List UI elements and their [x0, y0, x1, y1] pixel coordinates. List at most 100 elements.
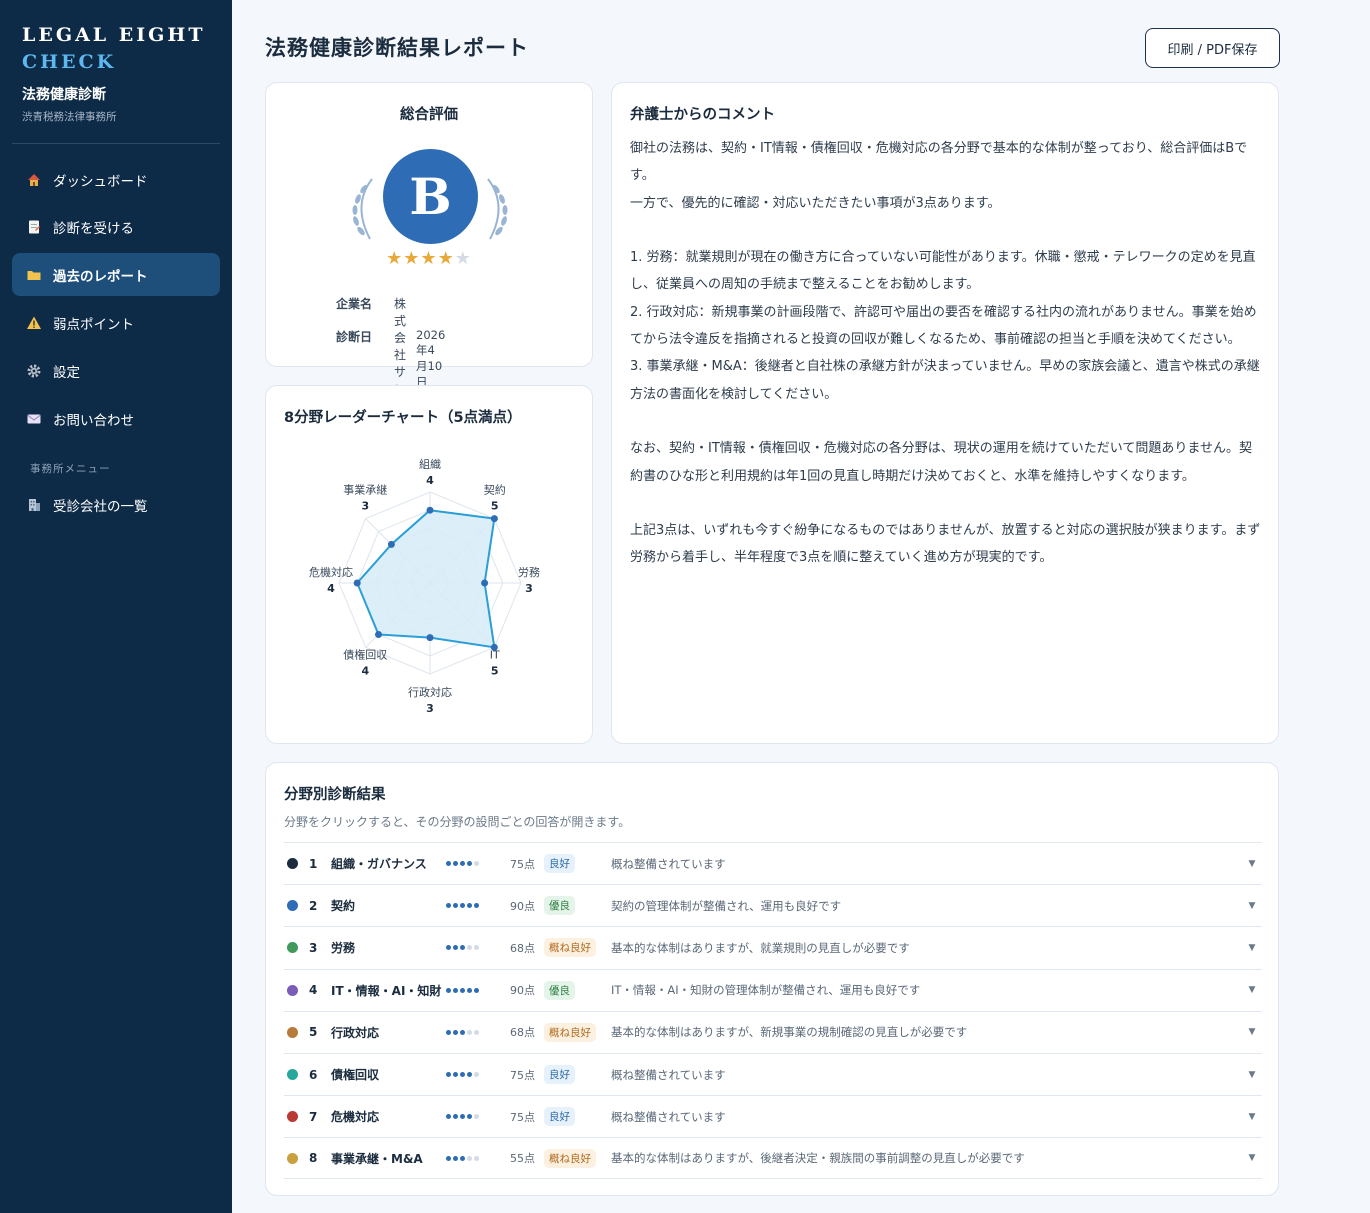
chevron-down-icon[interactable]: ▼ — [1242, 1070, 1262, 1080]
chevron-down-icon[interactable]: ▼ — [1242, 1112, 1262, 1122]
comment-paragraph — [630, 490, 1264, 517]
star-filled-icon: ★ — [403, 248, 421, 269]
field-color-dot — [287, 900, 298, 912]
field-name: 危機対応 — [331, 1110, 380, 1125]
level-dot-filled — [446, 861, 451, 866]
level-dot-filled — [460, 987, 465, 993]
field-score: 75点 — [510, 1110, 535, 1124]
field-description: 概ね整備されています — [611, 1067, 726, 1082]
field-name: 事業承継・M&A — [331, 1151, 423, 1166]
result-row[interactable]: 2 契約 90点 優良 契約の管理体制が整備され、運用も良好です ▼ — [284, 884, 1262, 926]
radar-axis-label: 危機対応 — [309, 565, 353, 579]
sidebar-item-weak-points[interactable]: 弱点ポイント — [12, 301, 220, 344]
level-dot-filled — [460, 1029, 465, 1035]
field-color-dot — [287, 942, 298, 954]
radar-data-point — [481, 579, 489, 587]
level-dot-filled — [460, 945, 465, 951]
sidebar-item-contact[interactable]: お問い合わせ — [12, 397, 220, 440]
level-dot-filled — [460, 1072, 465, 1077]
level-dot-empty — [474, 1114, 479, 1120]
radar-data-point — [387, 540, 395, 548]
sidebar-item-settings[interactable]: 設定 — [12, 349, 220, 392]
overall-title: 総合評価 — [400, 107, 458, 123]
sidebar-item-label: 過去のレポート — [53, 268, 148, 285]
sidebar-item-past-reports[interactable]: 過去のレポート — [12, 253, 220, 296]
star-filled-icon: ★ — [437, 248, 455, 269]
level-dot-empty — [474, 1155, 479, 1161]
level-dot-filled — [453, 1114, 458, 1120]
sidebar-item-label: 弱点ポイント — [53, 316, 134, 333]
warning-icon — [26, 315, 42, 331]
field-color-dot — [287, 858, 298, 869]
level-dot-filled — [460, 903, 465, 909]
radar-axis-label: 事業承継 — [343, 482, 387, 496]
grade-badge: B — [383, 149, 478, 244]
field-description: 基本的な体制はありますが、新規事業の規制確認の見直しが必要です — [611, 1025, 968, 1040]
results-subtitle: 分野をクリックすると、その分野の設問ごとの回答が開きます。 — [284, 815, 631, 829]
field-color-dot — [287, 1152, 298, 1164]
level-dot-filled — [467, 987, 472, 993]
chevron-down-icon[interactable]: ▼ — [1242, 859, 1262, 869]
radar-data-point — [426, 506, 434, 514]
sidebar-item-dashboard[interactable]: ダッシュボード — [12, 158, 220, 201]
chevron-down-icon[interactable]: ▼ — [1242, 1027, 1262, 1037]
field-score: 68点 — [510, 941, 535, 955]
chevron-down-icon[interactable]: ▼ — [1242, 1153, 1262, 1163]
chevron-down-icon[interactable]: ▼ — [1242, 901, 1262, 911]
level-indicator — [446, 903, 510, 909]
level-dot-empty — [474, 945, 479, 951]
result-row[interactable]: 3 労務 68点 概ね良好 基本的な体制はありますが、就業規則の見直しが必要です ▼ — [284, 926, 1262, 968]
sidebar-item-label: 設定 — [53, 364, 80, 381]
status-badge: 概ね良好 — [544, 1022, 596, 1042]
level-dot-filled — [453, 945, 458, 951]
level-dot-filled — [446, 987, 451, 993]
field-number: 1 — [309, 856, 318, 871]
field-number: 5 — [309, 1025, 318, 1040]
result-row[interactable]: 8 事業承継・M&A 55点 概ね良好 基本的な体制はありますが、後継者決定・親族間の事… — [284, 1137, 1262, 1180]
field-score: 75点 — [510, 857, 535, 871]
comment-paragraph — [630, 408, 1264, 435]
sidebar-item-take-diagnosis[interactable]: 診断を受ける — [12, 205, 220, 248]
overall-evaluation-card: 総合評価 B ★★★★★ 企業名 株式会社サンプル商事 診断日 2026年4月1… — [265, 82, 593, 464]
field-description: 概ね整備されています — [611, 856, 726, 871]
date-label: 診断日 — [336, 330, 373, 344]
radar-axis-value: 4 — [361, 665, 369, 678]
level-indicator — [446, 1029, 510, 1035]
radar-axis-label: 行政対応 — [408, 685, 452, 699]
comment-paragraph — [630, 217, 1264, 244]
gear-icon — [26, 363, 42, 379]
level-dot-filled — [467, 861, 472, 866]
comment-title: 弁護士からのコメント — [630, 107, 775, 123]
field-name: 行政対応 — [331, 1025, 380, 1040]
radar-data-point — [490, 515, 498, 523]
level-dot-empty — [467, 1155, 472, 1161]
level-dot-filled — [453, 861, 458, 866]
field-description: 基本的な体制はありますが、後継者決定・親族間の事前調整の見直しが必要です — [611, 1151, 1025, 1166]
status-badge: 良好 — [544, 1065, 575, 1084]
level-dot-filled — [446, 1029, 451, 1035]
field-name: 債権回収 — [331, 1068, 380, 1082]
result-row[interactable]: 1 組織・ガバナンス 75点 良好 概ね整備されています ▼ — [284, 842, 1262, 884]
radar-data-point — [426, 634, 434, 642]
field-color-dot — [287, 1026, 298, 1038]
field-color-dot — [287, 984, 298, 996]
field-name: 労務 — [331, 941, 356, 956]
radar-axis-value: 5 — [491, 665, 499, 678]
level-dot-filled — [474, 987, 479, 993]
chevron-down-icon[interactable]: ▼ — [1242, 943, 1262, 953]
comment-paragraph: 3. 事業承継・M&A：後継者と自社株の承継方針が決まっていません。早めの家族会… — [630, 359, 1260, 402]
chevron-down-icon[interactable]: ▼ — [1242, 985, 1262, 995]
level-dot-filled — [460, 861, 465, 866]
radar-axis-label: IT — [490, 649, 500, 662]
level-indicator — [446, 987, 510, 993]
radar-data-point — [353, 579, 361, 587]
result-row[interactable]: 5 行政対応 68点 概ね良好 基本的な体制はありますが、新規事業の規制確認の見直しが必… — [284, 1010, 1262, 1053]
result-row[interactable]: 6 債権回収 75点 良好 概ね整備されています ▼ — [284, 1053, 1262, 1095]
sidebar-item-client-list[interactable]: 受診会社の一覧 — [12, 483, 220, 526]
result-row[interactable]: 7 危機対応 75点 良好 概ね整備されています ▼ — [284, 1095, 1262, 1137]
field-score: 75点 — [510, 1068, 535, 1082]
print-pdf-button[interactable]: 印刷 / PDF保存 — [1145, 28, 1280, 68]
level-dot-empty — [474, 861, 479, 866]
field-name: IT・情報・AI・知財 — [331, 983, 442, 998]
result-row[interactable]: 4 IT・情報・AI・知財 90点 優良 IT・情報・AI・知財の管理体制が整備され、運… — [284, 968, 1262, 1011]
